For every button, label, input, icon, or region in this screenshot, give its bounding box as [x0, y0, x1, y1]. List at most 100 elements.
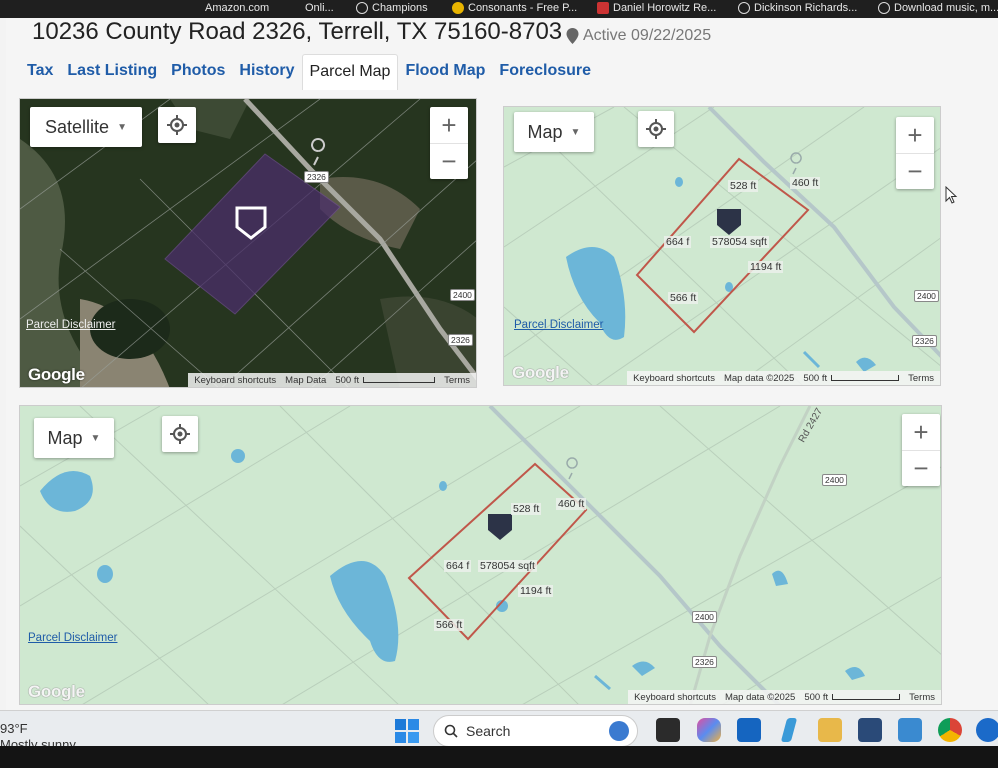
map-type-label: Map [47, 427, 83, 448]
keyboard-shortcuts-link[interactable]: Keyboard shortcuts [633, 373, 715, 384]
parcel-edge-label: 1194 ft [748, 261, 784, 273]
locate-button[interactable] [162, 416, 198, 452]
scale-bar[interactable]: 500 ft [335, 374, 436, 386]
map-type-selector[interactable]: Satellite ▼ [30, 107, 142, 147]
parcel-edge-label: 460 ft [556, 498, 587, 510]
terms-link[interactable]: Terms [444, 375, 470, 386]
google-logo: Google [28, 365, 85, 384]
outlook-icon[interactable] [737, 718, 761, 742]
map-data-credit[interactable]: Map Data [285, 375, 326, 386]
road-shield: 2400 [914, 290, 939, 302]
locate-button[interactable] [638, 111, 674, 147]
zoom-in-button[interactable]: + [902, 414, 940, 450]
bookmark-label: Champions [372, 2, 428, 14]
scale-bar[interactable]: 500 ft [804, 691, 901, 703]
road-shield: 2326 [912, 335, 937, 347]
road-shield: 2326 [448, 334, 473, 346]
crosshair-icon [646, 119, 666, 139]
bezel-strip [0, 746, 998, 768]
bookmark-download-music[interactable]: Download music, m... [878, 2, 998, 14]
zoom-out-button[interactable]: − [896, 153, 934, 189]
property-marker-icon[interactable] [486, 512, 514, 542]
zoom-out-button[interactable]: − [430, 143, 468, 179]
task-view-icon[interactable] [656, 718, 680, 742]
bookmark-dickinson[interactable]: Dickinson Richards... [738, 2, 857, 14]
bookmark-amazon[interactable]: Amazon.com [205, 2, 269, 14]
map-type-selector[interactable]: Map ▼ [514, 112, 594, 152]
bookmark-champions[interactable]: Champions [356, 2, 428, 14]
store-icon[interactable] [858, 718, 882, 742]
parcel-edge-label: 460 ft [790, 177, 821, 189]
bookmark-onli[interactable]: Onli... [305, 2, 334, 14]
road-map-small[interactable]: 528 ft 460 ft 664 f 578054 sqft 1194 ft … [503, 106, 941, 386]
bookmark-label: Amazon.com [205, 2, 270, 14]
road-shield: 2326 [304, 171, 329, 183]
zoom-out-button[interactable]: − [902, 450, 940, 486]
bookmark-consonants[interactable]: Consonants - Free P... [452, 2, 577, 14]
scale-label: 500 ft [804, 691, 829, 703]
parcel-area-label: 578054 sqft [710, 236, 769, 248]
property-page: 10236 County Road 2326, Terrell, TX 7516… [6, 18, 998, 710]
parcel-edge-label: 664 f [664, 236, 692, 248]
tab-tax[interactable]: Tax [20, 54, 60, 90]
parcel-disclaimer-link[interactable]: Parcel Disclaimer [28, 632, 117, 644]
bing-highlight-icon [609, 721, 629, 741]
taskbar-search[interactable]: Search [433, 715, 638, 747]
satellite-map[interactable]: Satellite ▼ + − 2326 2400 2326 Parcel Di… [19, 98, 477, 388]
bookmark-label: Download music, m... [894, 2, 998, 14]
chrome-icon[interactable] [938, 718, 962, 742]
search-label: Search [466, 723, 511, 739]
vscode-icon[interactable] [780, 718, 798, 742]
keyboard-shortcuts-link[interactable]: Keyboard shortcuts [194, 375, 276, 386]
crosshair-icon [167, 115, 187, 135]
zoom-control: + − [902, 414, 940, 486]
screen: Amazon.com Onli... Champions Consonants … [0, 0, 998, 768]
zoom-in-button[interactable]: + [896, 117, 934, 153]
zoom-in-button[interactable]: + [430, 107, 468, 143]
windows-start-icon[interactable] [393, 717, 421, 745]
tab-foreclosure[interactable]: Foreclosure [492, 54, 598, 90]
scale-line [363, 377, 436, 383]
road-map-tiles [20, 406, 941, 704]
terms-link[interactable]: Terms [908, 373, 934, 384]
scale-bar[interactable]: 500 ft [803, 372, 900, 384]
tab-last-listing[interactable]: Last Listing [60, 54, 164, 90]
map-data-credit[interactable]: Map data ©2025 [725, 692, 795, 703]
scale-label: 500 ft [803, 372, 828, 384]
property-marker-icon[interactable] [234, 205, 268, 241]
road-shield: 2400 [692, 611, 717, 623]
weather-temperature: 93°F [0, 721, 28, 736]
parcel-edge-label: 664 f [444, 560, 472, 572]
parcel-disclaimer-link[interactable]: Parcel Disclaimer [26, 319, 115, 331]
calendar-app-icon[interactable] [898, 718, 922, 742]
copilot-icon[interactable] [697, 718, 721, 742]
bookmark-label: Dickinson Richards... [754, 2, 858, 14]
scale-label: 500 ft [335, 374, 360, 386]
property-marker-icon[interactable] [715, 207, 743, 237]
tab-parcel-map[interactable]: Parcel Map [301, 54, 399, 90]
tab-flood-map[interactable]: Flood Map [398, 54, 492, 90]
status-text: Active 09/22/2025 [583, 27, 712, 44]
bookmark-daniel-horowitz[interactable]: Daniel Horowitz Re... [597, 2, 716, 14]
tab-photos[interactable]: Photos [164, 54, 232, 90]
chevron-down-icon: ▼ [117, 121, 127, 133]
keyboard-shortcuts-link[interactable]: Keyboard shortcuts [634, 692, 716, 703]
file-explorer-icon[interactable] [818, 718, 842, 742]
parcel-edge-label: 566 ft [434, 619, 465, 631]
tab-history[interactable]: History [232, 54, 301, 90]
road-map-large[interactable]: 528 ft 460 ft 664 f 578054 sqft 1194 ft … [19, 405, 942, 705]
globe-icon [356, 2, 368, 14]
zoom-control: + − [896, 117, 934, 189]
google-logo: Google [28, 682, 85, 701]
map-type-selector[interactable]: Map ▼ [34, 418, 114, 458]
terms-link[interactable]: Terms [909, 692, 935, 703]
locate-button[interactable] [158, 107, 196, 143]
parcel-edge-label: 528 ft [728, 180, 759, 192]
map-footer: Keyboard shortcuts Map Data 500 ft Terms [188, 373, 476, 387]
mouse-cursor-icon [945, 186, 958, 204]
map-data-credit[interactable]: Map data ©2025 [724, 373, 794, 384]
road-shield: 2326 [692, 656, 717, 668]
map-type-label: Satellite [45, 116, 110, 137]
parcel-disclaimer-link[interactable]: Parcel Disclaimer [514, 319, 603, 331]
edge-icon[interactable] [976, 718, 998, 742]
